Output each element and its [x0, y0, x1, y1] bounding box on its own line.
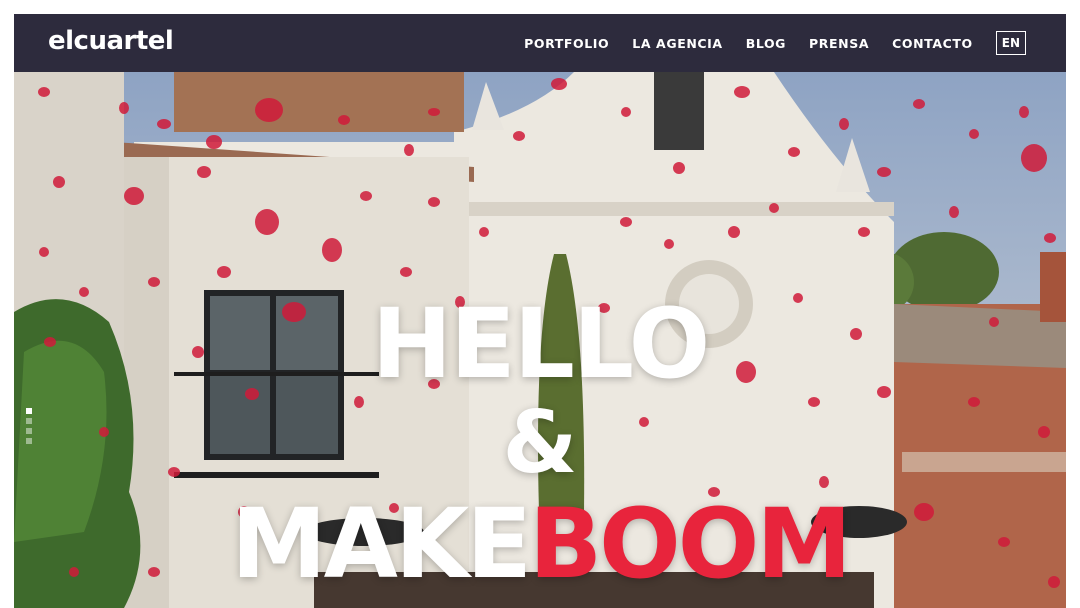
nav-portfolio[interactable]: PORTFOLIO	[524, 36, 609, 51]
main-nav: PORTFOLIO LA AGENCIA BLOG PRENSA CONTACT…	[501, 14, 1026, 72]
page-frame: elcuartel PORTFOLIO LA AGENCIA BLOG PREN…	[14, 14, 1066, 608]
headline-hello: HELLO	[371, 288, 710, 400]
slider-dot-1[interactable]	[26, 408, 32, 414]
slider-pagination	[26, 408, 32, 444]
logo[interactable]: elcuartel	[48, 26, 174, 56]
slider-dot-2[interactable]	[26, 418, 32, 424]
headline-makeboom: MAKEBOOM	[14, 496, 1066, 592]
headline-ampersand: &	[502, 393, 578, 493]
slider-dot-3[interactable]	[26, 428, 32, 434]
slider-dot-4[interactable]	[26, 438, 32, 444]
hero-section: HELLO & MAKEBOOM	[14, 72, 1066, 608]
nav-la-agencia[interactable]: LA AGENCIA	[632, 36, 722, 51]
top-navbar: elcuartel PORTFOLIO LA AGENCIA BLOG PREN…	[14, 14, 1066, 72]
nav-prensa[interactable]: PRENSA	[809, 36, 869, 51]
nav-contacto[interactable]: CONTACTO	[892, 36, 973, 51]
headline-make: MAKE	[231, 488, 532, 600]
headline-boom: BOOM	[528, 488, 852, 600]
nav-blog[interactable]: BLOG	[746, 36, 786, 51]
language-switch-button[interactable]: EN	[995, 31, 1026, 55]
